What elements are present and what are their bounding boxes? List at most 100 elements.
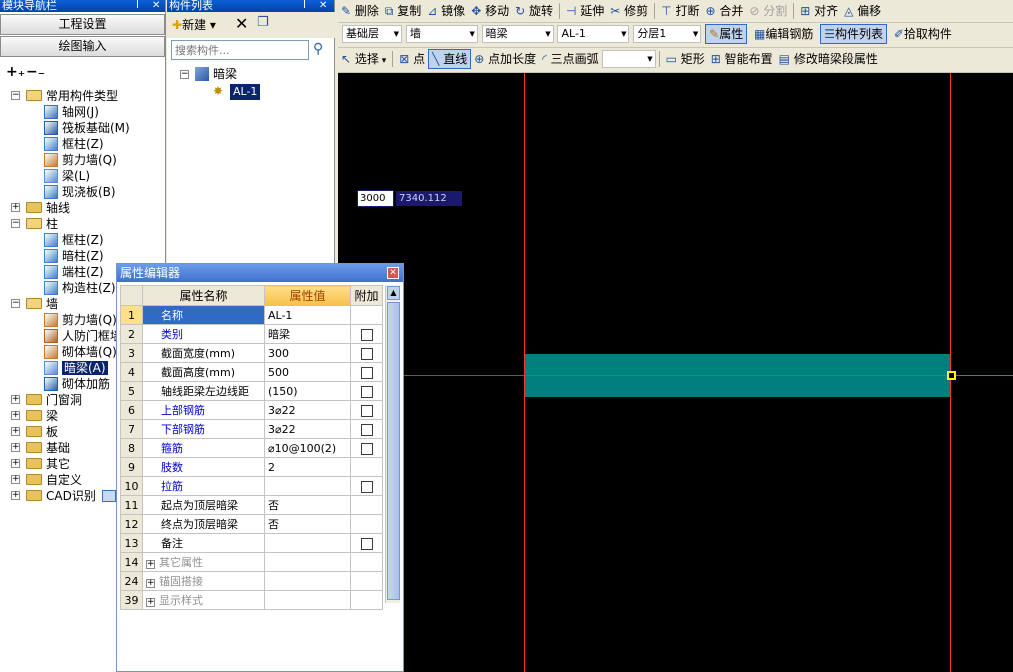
length-input[interactable] xyxy=(357,190,394,207)
expand-icon[interactable]: + xyxy=(146,560,155,569)
floor-select[interactable]: 基础层 xyxy=(342,25,402,43)
close-icon[interactable]: ✕ xyxy=(387,267,399,279)
property-row[interactable]: 4 截面高度(mm) 500 xyxy=(120,362,383,382)
property-row[interactable]: 39 + 显示样式 xyxy=(120,590,383,610)
draw-tool-5[interactable]: ▭ 矩形 xyxy=(663,49,708,69)
property-value[interactable]: 2 xyxy=(264,457,351,477)
draw-tool-7[interactable]: ▤ 修改暗梁段属性 xyxy=(776,49,881,69)
toolbar-button-10[interactable]: ⊞ 对齐 xyxy=(797,1,841,21)
tree-toggle[interactable]: + xyxy=(11,443,20,452)
close-icon[interactable]: ✕ xyxy=(152,0,160,12)
tree-folder[interactable]: 墙 xyxy=(26,296,58,312)
property-row[interactable]: 10 拉筋 xyxy=(120,476,383,496)
tree-folder[interactable]: 常用构件类型 xyxy=(26,88,118,104)
scroll-thumb[interactable] xyxy=(387,302,400,600)
attach-checkbox[interactable] xyxy=(360,347,373,360)
scroll-up-icon[interactable]: ▲ xyxy=(387,286,400,300)
draw-tool-2[interactable]: ╲ 直线 xyxy=(428,49,472,69)
tree-item[interactable]: 剪力墙(Q) xyxy=(44,152,117,168)
property-row[interactable]: 5 轴线距梁左边线距 (150) xyxy=(120,381,383,401)
cad-icon[interactable] xyxy=(101,490,116,502)
toolbar-button-4[interactable]: ↻ 旋转 xyxy=(512,1,556,21)
toolbar-button-8[interactable]: ⊕ 合并 xyxy=(702,1,746,21)
attach-checkbox[interactable] xyxy=(360,423,373,436)
drawing-input-button[interactable]: 绘图输入 xyxy=(0,36,165,57)
component-search-input[interactable] xyxy=(171,40,309,60)
property-row[interactable]: 14 + 其它属性 xyxy=(120,552,383,572)
property-value[interactable]: 3⌀22 xyxy=(264,419,351,439)
arc-mode-select[interactable] xyxy=(601,50,656,68)
draw-tool-6[interactable]: ⊞ 智能布置 xyxy=(708,49,776,69)
property-value[interactable]: 300 xyxy=(264,343,351,363)
tree-item[interactable]: 人防门框墙 xyxy=(44,328,122,344)
draw-tool-4[interactable]: ◜ 三点画弧 xyxy=(539,49,601,69)
property-value[interactable]: AL-1 xyxy=(264,305,351,325)
property-row[interactable]: 12 终点为顶层暗梁 否 xyxy=(120,514,383,534)
tree-toggle[interactable]: + xyxy=(11,203,20,212)
tree-item[interactable]: 筏板基础(M) xyxy=(44,120,130,136)
property-row[interactable]: 8 箍筋 ⌀10@100(2) xyxy=(120,438,383,458)
tree-folder[interactable]: 板 xyxy=(26,424,58,440)
component-item-al-1[interactable]: AL-1 xyxy=(230,84,261,100)
property-row[interactable]: 3 截面宽度(mm) 300 xyxy=(120,343,383,363)
tree-folder[interactable]: 梁 xyxy=(26,408,58,424)
tree-toggle[interactable]: + xyxy=(11,427,20,436)
tree-folder[interactable]: 门窗洞 xyxy=(26,392,82,408)
toolbar-button-9[interactable]: ⊘ 分割 xyxy=(746,1,790,21)
expand-icon[interactable]: + xyxy=(146,579,155,588)
attach-checkbox[interactable] xyxy=(360,385,373,398)
toolbar-button-11[interactable]: ◬ 偏移 xyxy=(841,1,884,21)
tree-toggle[interactable]: − xyxy=(11,219,20,228)
delete-icon[interactable]: ✕ xyxy=(235,14,248,33)
tree-folder[interactable]: 轴线 xyxy=(26,200,70,216)
tree-folder[interactable]: CAD识别 xyxy=(26,488,116,504)
tree-item[interactable]: 构造柱(Z) xyxy=(44,280,116,296)
expand-all-icon[interactable]: +₊ xyxy=(6,64,25,80)
property-value[interactable]: 3⌀22 xyxy=(264,400,351,420)
draw-tool-1[interactable]: ⊠ 点 xyxy=(396,49,428,69)
property-value[interactable]: 500 xyxy=(264,362,351,382)
edit-rebar-button[interactable]: ▦编辑钢筋 xyxy=(751,24,816,44)
property-value[interactable] xyxy=(264,533,351,553)
tree-toggle[interactable]: + xyxy=(11,491,20,500)
property-row[interactable]: 7 下部钢筋 3⌀22 xyxy=(120,419,383,439)
tree-item[interactable]: 剪力墙(Q) xyxy=(44,312,117,328)
attach-checkbox[interactable] xyxy=(360,442,373,455)
tree-item[interactable]: 框柱(Z) xyxy=(44,232,104,248)
tree-item[interactable]: 轴网(J) xyxy=(44,104,99,120)
draw-tool-3[interactable]: ⊕ 点加长度 xyxy=(471,49,539,69)
property-value[interactable]: 否 xyxy=(264,495,351,515)
pin-icon[interactable]: ꟾ xyxy=(136,0,139,12)
component-list-button[interactable]: ☰构件列表 xyxy=(820,24,888,44)
tree-item[interactable]: 暗柱(Z) xyxy=(44,248,104,264)
pin-icon[interactable]: ꟾ xyxy=(303,0,306,12)
endpoint-grip[interactable] xyxy=(947,371,956,380)
tree-item[interactable]: 砌体墙(Q) xyxy=(44,344,117,360)
property-value[interactable] xyxy=(264,476,351,496)
collapse-toggle[interactable]: − xyxy=(180,70,189,79)
attach-checkbox[interactable] xyxy=(360,328,373,341)
tree-item[interactable]: 端柱(Z) xyxy=(44,264,104,280)
tree-item[interactable]: 梁(L) xyxy=(44,168,90,184)
component-group-dark-beam[interactable]: 暗梁 xyxy=(195,66,237,82)
property-row[interactable]: 11 起点为顶层暗梁 否 xyxy=(120,495,383,515)
attach-checkbox[interactable] xyxy=(360,480,373,493)
property-row[interactable]: 6 上部钢筋 3⌀22 xyxy=(120,400,383,420)
toolbar-button-3[interactable]: ✥ 移动 xyxy=(468,1,512,21)
tree-item[interactable]: 现浇板(B) xyxy=(44,184,116,200)
tree-toggle[interactable]: − xyxy=(11,299,20,308)
toolbar-button-6[interactable]: ✂ 修剪 xyxy=(607,1,651,21)
collapse-all-icon[interactable]: −₋ xyxy=(26,64,45,80)
type-select[interactable]: 暗梁 xyxy=(481,25,554,43)
copy-icon[interactable]: ❐ xyxy=(257,15,269,30)
tree-folder[interactable]: 柱 xyxy=(26,216,58,232)
property-row[interactable]: 9 肢数 2 xyxy=(120,457,383,477)
tree-toggle[interactable]: + xyxy=(11,395,20,404)
property-value[interactable]: 暗梁 xyxy=(264,324,351,344)
toolbar-button-1[interactable]: ⧉ 复制 xyxy=(382,1,424,21)
properties-button[interactable]: ✎属性 xyxy=(705,24,748,44)
property-value[interactable] xyxy=(264,590,351,610)
tree-toggle[interactable]: + xyxy=(11,475,20,484)
property-row[interactable]: 1 名称 AL-1 xyxy=(120,305,383,325)
category-select[interactable]: 墙 xyxy=(405,25,478,43)
